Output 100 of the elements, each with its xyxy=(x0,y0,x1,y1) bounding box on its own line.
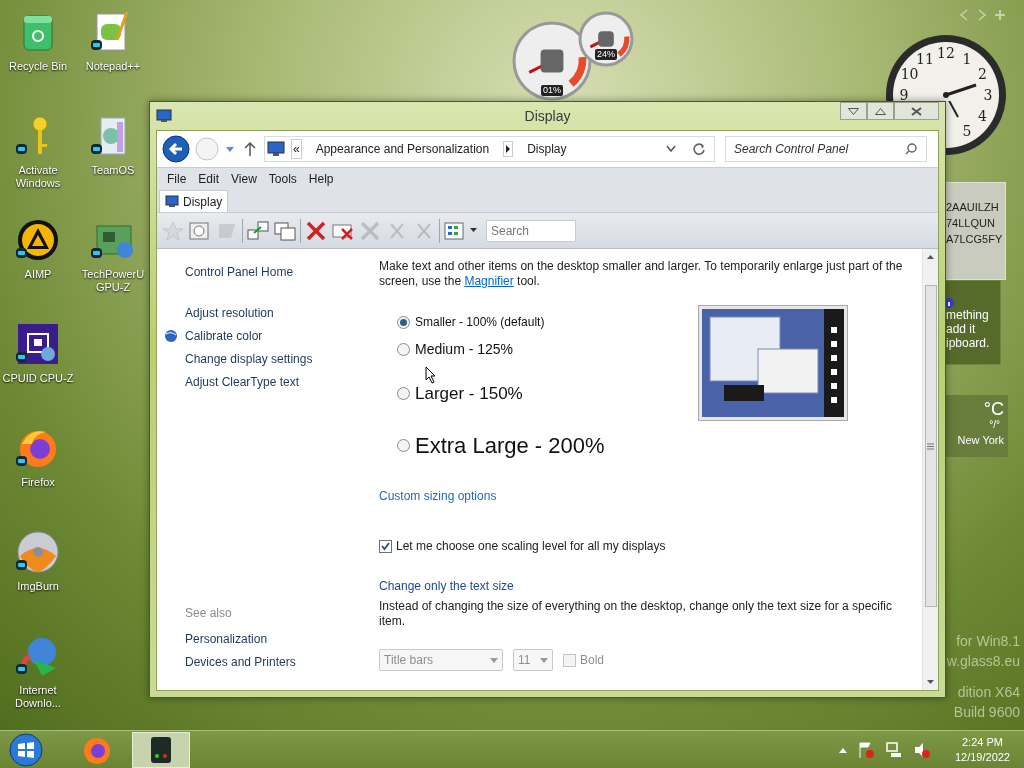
nav-link[interactable]: Adjust resolution xyxy=(185,303,274,322)
gadget-text: add it xyxy=(946,322,977,336)
move-window-icon[interactable] xyxy=(246,219,270,242)
scrollbar-thumb[interactable] xyxy=(924,285,937,607)
magnifier-link[interactable]: Magnifier xyxy=(464,274,514,288)
show-hidden-icons-icon[interactable] xyxy=(838,746,847,753)
menu-item[interactable]: Edit xyxy=(192,170,226,188)
gadget-text: A7LCG5FY xyxy=(946,232,1004,247)
nav-link[interactable]: Personalization xyxy=(185,630,268,653)
gadget-text: mething xyxy=(946,308,990,322)
caret-icon[interactable] xyxy=(470,228,477,233)
clock-numeral: 1 xyxy=(962,50,972,67)
desktop-shortcut[interactable]: Firefox xyxy=(0,422,76,526)
taskbar-app-button[interactable] xyxy=(132,731,190,768)
gauge-reading: 01% xyxy=(541,84,563,96)
caret-icon xyxy=(540,657,548,663)
breadcrumb-item[interactable]: Appearance and Personalization xyxy=(307,140,498,158)
clock-numeral: 12 xyxy=(937,45,955,61)
display-tab[interactable]: Display xyxy=(159,190,229,212)
nav-link[interactable]: Control Panel Home xyxy=(185,263,294,281)
build-watermark-text: Build 9600 xyxy=(953,703,1020,722)
menu-item[interactable]: File xyxy=(161,170,193,188)
color-globe-icon xyxy=(163,328,179,343)
gadget-text: 74LLQUN xyxy=(946,216,996,231)
checkbox-label[interactable]: Let me choose one scaling level for all my displays xyxy=(396,537,666,555)
radio-button[interactable] xyxy=(397,343,410,356)
clock-hand xyxy=(946,101,959,118)
caret-icon xyxy=(490,657,498,663)
clock-numeral: 2 xyxy=(977,66,987,82)
clock-time[interactable]: 2:24 PM xyxy=(962,734,1003,750)
radio-button[interactable] xyxy=(397,315,410,329)
menu-item[interactable]: View xyxy=(225,170,263,188)
up-arrow-icon[interactable] xyxy=(242,141,258,157)
maximize-button[interactable] xyxy=(867,102,894,120)
clock-numeral: 11 xyxy=(916,50,934,67)
nav-link[interactable]: Change display settings xyxy=(185,349,313,368)
close-button[interactable] xyxy=(894,102,939,120)
gauge-reading: 24% xyxy=(595,49,617,61)
nav-link[interactable]: Calibrate color xyxy=(185,326,263,345)
triangle-up-icon xyxy=(875,107,886,115)
description-text: Instead of changing the size of everything on the desktop, change only the text size for a specific item. xyxy=(379,599,893,629)
flag-alert-icon[interactable] xyxy=(856,740,875,759)
size-option-label[interactable]: Extra Large - 200% xyxy=(415,429,605,462)
desktop-shortcut[interactable]: ImgBurn xyxy=(0,526,76,630)
clock-icon[interactable] xyxy=(188,219,212,242)
refresh-icon[interactable] xyxy=(692,142,706,156)
close-icon xyxy=(911,106,922,116)
gadget-text: ipboard. xyxy=(946,336,991,350)
gadget-text: 2AAUILZH xyxy=(946,200,1000,215)
network-icon[interactable] xyxy=(884,740,903,759)
radio-button[interactable] xyxy=(397,439,410,452)
gauge-app-icon xyxy=(149,735,173,764)
build-watermark-text: dition X64 xyxy=(957,683,1020,702)
section-heading: Change only the text size xyxy=(379,578,515,595)
mouse-cursor-icon xyxy=(425,366,437,384)
checkbox[interactable] xyxy=(379,539,392,553)
clock-numeral: 9 xyxy=(899,87,909,101)
breadcrumb-separator-icon[interactable] xyxy=(503,141,514,157)
menu-item[interactable]: Tools xyxy=(262,170,303,188)
description-text: Make text and other items on the desktop smaller and larger. To temporarily enlarge just part of the screen, use the Magnifier tool. xyxy=(379,259,904,289)
scrollbar[interactable] xyxy=(922,249,938,690)
search-icon[interactable] xyxy=(905,143,917,155)
window-title: Display xyxy=(524,106,571,126)
search-field[interactable]: Search Control Panel xyxy=(725,136,927,162)
menu-item[interactable]: Help xyxy=(302,170,340,188)
see-also-heading: See also xyxy=(185,605,232,622)
weather-city: New York xyxy=(957,433,1004,447)
monitor-icon xyxy=(165,195,179,208)
address-bar[interactable]: « Appearance and Personalization Display xyxy=(264,136,715,162)
delete-icon[interactable] xyxy=(304,219,328,242)
size-option-label[interactable]: Smaller - 100% (default) xyxy=(415,313,545,331)
monitor-icon xyxy=(156,109,172,123)
triangle-down-icon xyxy=(848,107,859,115)
windows-icon[interactable] xyxy=(273,219,297,242)
desktop-shortcut[interactable]: CPUID CPU-Z xyxy=(0,318,76,422)
clock-numeral: 3 xyxy=(983,87,993,101)
breadcrumb-item[interactable]: Display xyxy=(519,140,575,158)
build-watermark-text: w.glass8.eu xyxy=(946,652,1020,671)
view-icon[interactable] xyxy=(443,219,467,242)
clock-numeral: 4 xyxy=(977,108,987,124)
minimize-button[interactable] xyxy=(840,102,867,120)
start-button-icon[interactable] xyxy=(8,731,44,768)
monitor-icon xyxy=(267,141,285,157)
clock-numeral: 10 xyxy=(900,66,919,82)
desktop-shortcut[interactable]: AIMP xyxy=(0,214,76,318)
temperature-unit: °C xyxy=(983,399,1004,419)
chevron-down-icon[interactable] xyxy=(666,145,676,153)
radio-button[interactable] xyxy=(397,387,410,401)
size-option-label[interactable]: Larger - 150% xyxy=(415,381,523,407)
clock-numeral: 5 xyxy=(962,123,972,140)
toolbar-search-field[interactable]: Search xyxy=(486,219,576,242)
temperature-range: °/° xyxy=(989,419,1000,431)
custom-sizing-link[interactable]: Custom sizing options xyxy=(379,487,497,505)
nav-link[interactable]: Adjust ClearType text xyxy=(185,372,300,391)
back-icon[interactable] xyxy=(162,135,190,163)
size-option-label[interactable]: Medium - 125% xyxy=(415,339,514,360)
clock-date[interactable]: 12/19/2022 xyxy=(954,749,1010,765)
build-watermark-text: for Win8.1 xyxy=(956,632,1020,651)
nav-link[interactable]: Devices and Printers xyxy=(185,653,296,676)
breadcrumb-overflow[interactable]: « xyxy=(291,139,302,159)
